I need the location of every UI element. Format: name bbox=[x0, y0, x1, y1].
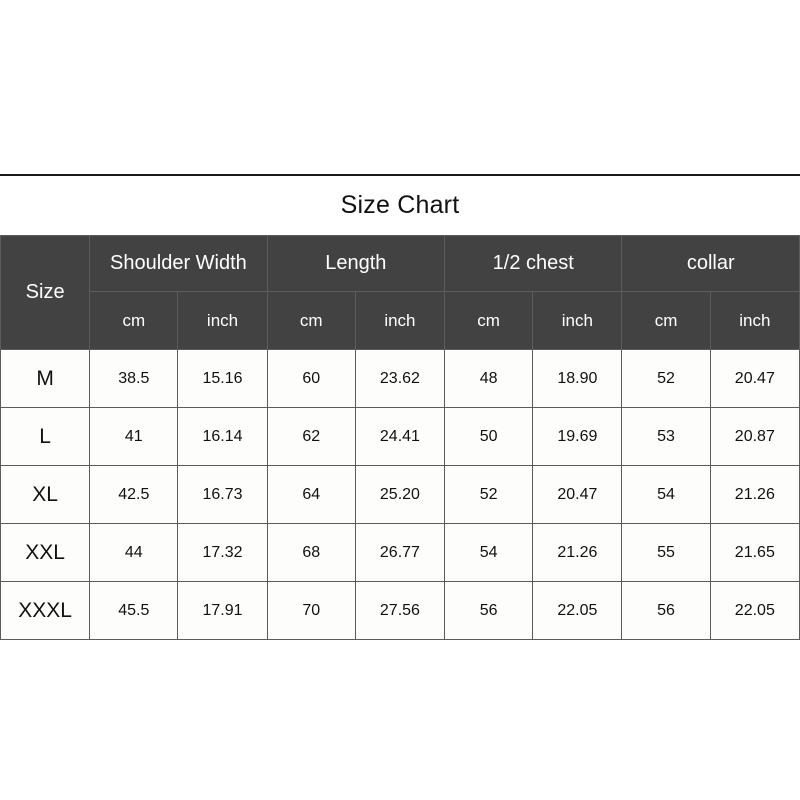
unit-header-collar-inch: inch bbox=[709, 291, 800, 350]
cell-collar-inch: 20.87 bbox=[709, 407, 800, 466]
page-title: Size Chart bbox=[340, 191, 460, 219]
cell-length-cm: 70 bbox=[266, 581, 356, 640]
cell-shoulder-cm: 42.5 bbox=[89, 465, 179, 524]
cell-length-inch: 24.41 bbox=[354, 407, 446, 466]
cell-collar-cm: 52 bbox=[621, 349, 711, 408]
cell-size: XXXL bbox=[0, 581, 91, 640]
cell-shoulder-inch: 17.32 bbox=[177, 523, 268, 582]
cell-collar-inch: 21.65 bbox=[709, 523, 800, 582]
cell-shoulder-inch: 17.91 bbox=[177, 581, 268, 640]
unit-header-shoulder-cm: cm bbox=[89, 291, 179, 350]
unit-header-length-cm: cm bbox=[266, 291, 356, 350]
unit-header-chest-inch: inch bbox=[532, 291, 623, 350]
table-row: XXXL 45.5 17.91 70 27.56 56 22.05 56 22.… bbox=[0, 581, 800, 640]
unit-header-shoulder-inch: inch bbox=[177, 291, 268, 350]
cell-shoulder-inch: 16.14 bbox=[177, 407, 268, 466]
cell-length-cm: 64 bbox=[266, 465, 356, 524]
cell-collar-cm: 55 bbox=[621, 523, 711, 582]
unit-header-chest-cm: cm bbox=[444, 291, 534, 350]
cell-shoulder-inch: 16.73 bbox=[177, 465, 268, 524]
cell-chest-inch: 22.05 bbox=[532, 581, 623, 640]
table-row: XXL 44 17.32 68 26.77 54 21.26 55 21.65 bbox=[0, 523, 800, 582]
cell-length-cm: 60 bbox=[266, 349, 356, 408]
cell-length-inch: 23.62 bbox=[354, 349, 446, 408]
cell-chest-inch: 19.69 bbox=[532, 407, 623, 466]
header-row-groups: Size Shoulder Width Length 1/2 chest col… bbox=[0, 235, 800, 350]
cell-size: M bbox=[0, 349, 91, 408]
size-chart-table: Size Shoulder Width Length 1/2 chest col… bbox=[0, 235, 800, 640]
column-header-size: Size bbox=[0, 235, 91, 350]
cell-collar-cm: 54 bbox=[621, 465, 711, 524]
cell-shoulder-cm: 38.5 bbox=[89, 349, 179, 408]
cell-chest-cm: 52 bbox=[444, 465, 534, 524]
header-row-units: cm inch cm inch cm inch cm inch bbox=[1, 291, 800, 350]
column-group-collar: collar bbox=[621, 235, 800, 292]
cell-collar-cm: 56 bbox=[621, 581, 711, 640]
cell-chest-cm: 48 bbox=[444, 349, 534, 408]
table-row: XL 42.5 16.73 64 25.20 52 20.47 54 21.26 bbox=[0, 465, 800, 524]
cell-shoulder-cm: 44 bbox=[89, 523, 179, 582]
table-row: L 41 16.14 62 24.41 50 19.69 53 20.87 bbox=[0, 407, 800, 466]
cell-size: XXL bbox=[0, 523, 91, 582]
column-group-length: Length bbox=[266, 235, 446, 292]
cell-chest-cm: 56 bbox=[444, 581, 534, 640]
cell-shoulder-inch: 15.16 bbox=[177, 349, 268, 408]
chart-title-band: Size Chart bbox=[0, 176, 800, 235]
table-body: M 38.5 15.16 60 23.62 48 18.90 52 20.47 … bbox=[0, 349, 800, 640]
cell-length-cm: 68 bbox=[266, 523, 356, 582]
cell-collar-inch: 22.05 bbox=[709, 581, 800, 640]
cell-chest-inch: 20.47 bbox=[532, 465, 623, 524]
cell-chest-cm: 54 bbox=[444, 523, 534, 582]
cell-length-inch: 26.77 bbox=[354, 523, 446, 582]
cell-chest-inch: 21.26 bbox=[532, 523, 623, 582]
unit-header-collar-cm: cm bbox=[621, 291, 711, 350]
table-header: Size Shoulder Width Length 1/2 chest col… bbox=[0, 235, 800, 350]
cell-collar-inch: 20.47 bbox=[709, 349, 800, 408]
column-group-shoulder-width: Shoulder Width bbox=[89, 235, 268, 292]
cell-chest-cm: 50 bbox=[444, 407, 534, 466]
cell-length-cm: 62 bbox=[266, 407, 356, 466]
cell-shoulder-cm: 45.5 bbox=[89, 581, 179, 640]
column-group-half-chest: 1/2 chest bbox=[444, 235, 623, 292]
cell-collar-inch: 21.26 bbox=[709, 465, 800, 524]
cell-length-inch: 27.56 bbox=[354, 581, 446, 640]
cell-size: XL bbox=[0, 465, 91, 524]
size-chart-block: Size Chart Size Shoulder Width Length 1/… bbox=[0, 174, 800, 640]
cell-shoulder-cm: 41 bbox=[89, 407, 179, 466]
cell-size: L bbox=[0, 407, 91, 466]
cell-length-inch: 25.20 bbox=[354, 465, 446, 524]
table-row: M 38.5 15.16 60 23.62 48 18.90 52 20.47 bbox=[0, 349, 800, 408]
cell-collar-cm: 53 bbox=[621, 407, 711, 466]
unit-header-length-inch: inch bbox=[354, 291, 446, 350]
page-root: Size Chart Size Shoulder Width Length 1/… bbox=[0, 0, 800, 800]
cell-chest-inch: 18.90 bbox=[532, 349, 623, 408]
